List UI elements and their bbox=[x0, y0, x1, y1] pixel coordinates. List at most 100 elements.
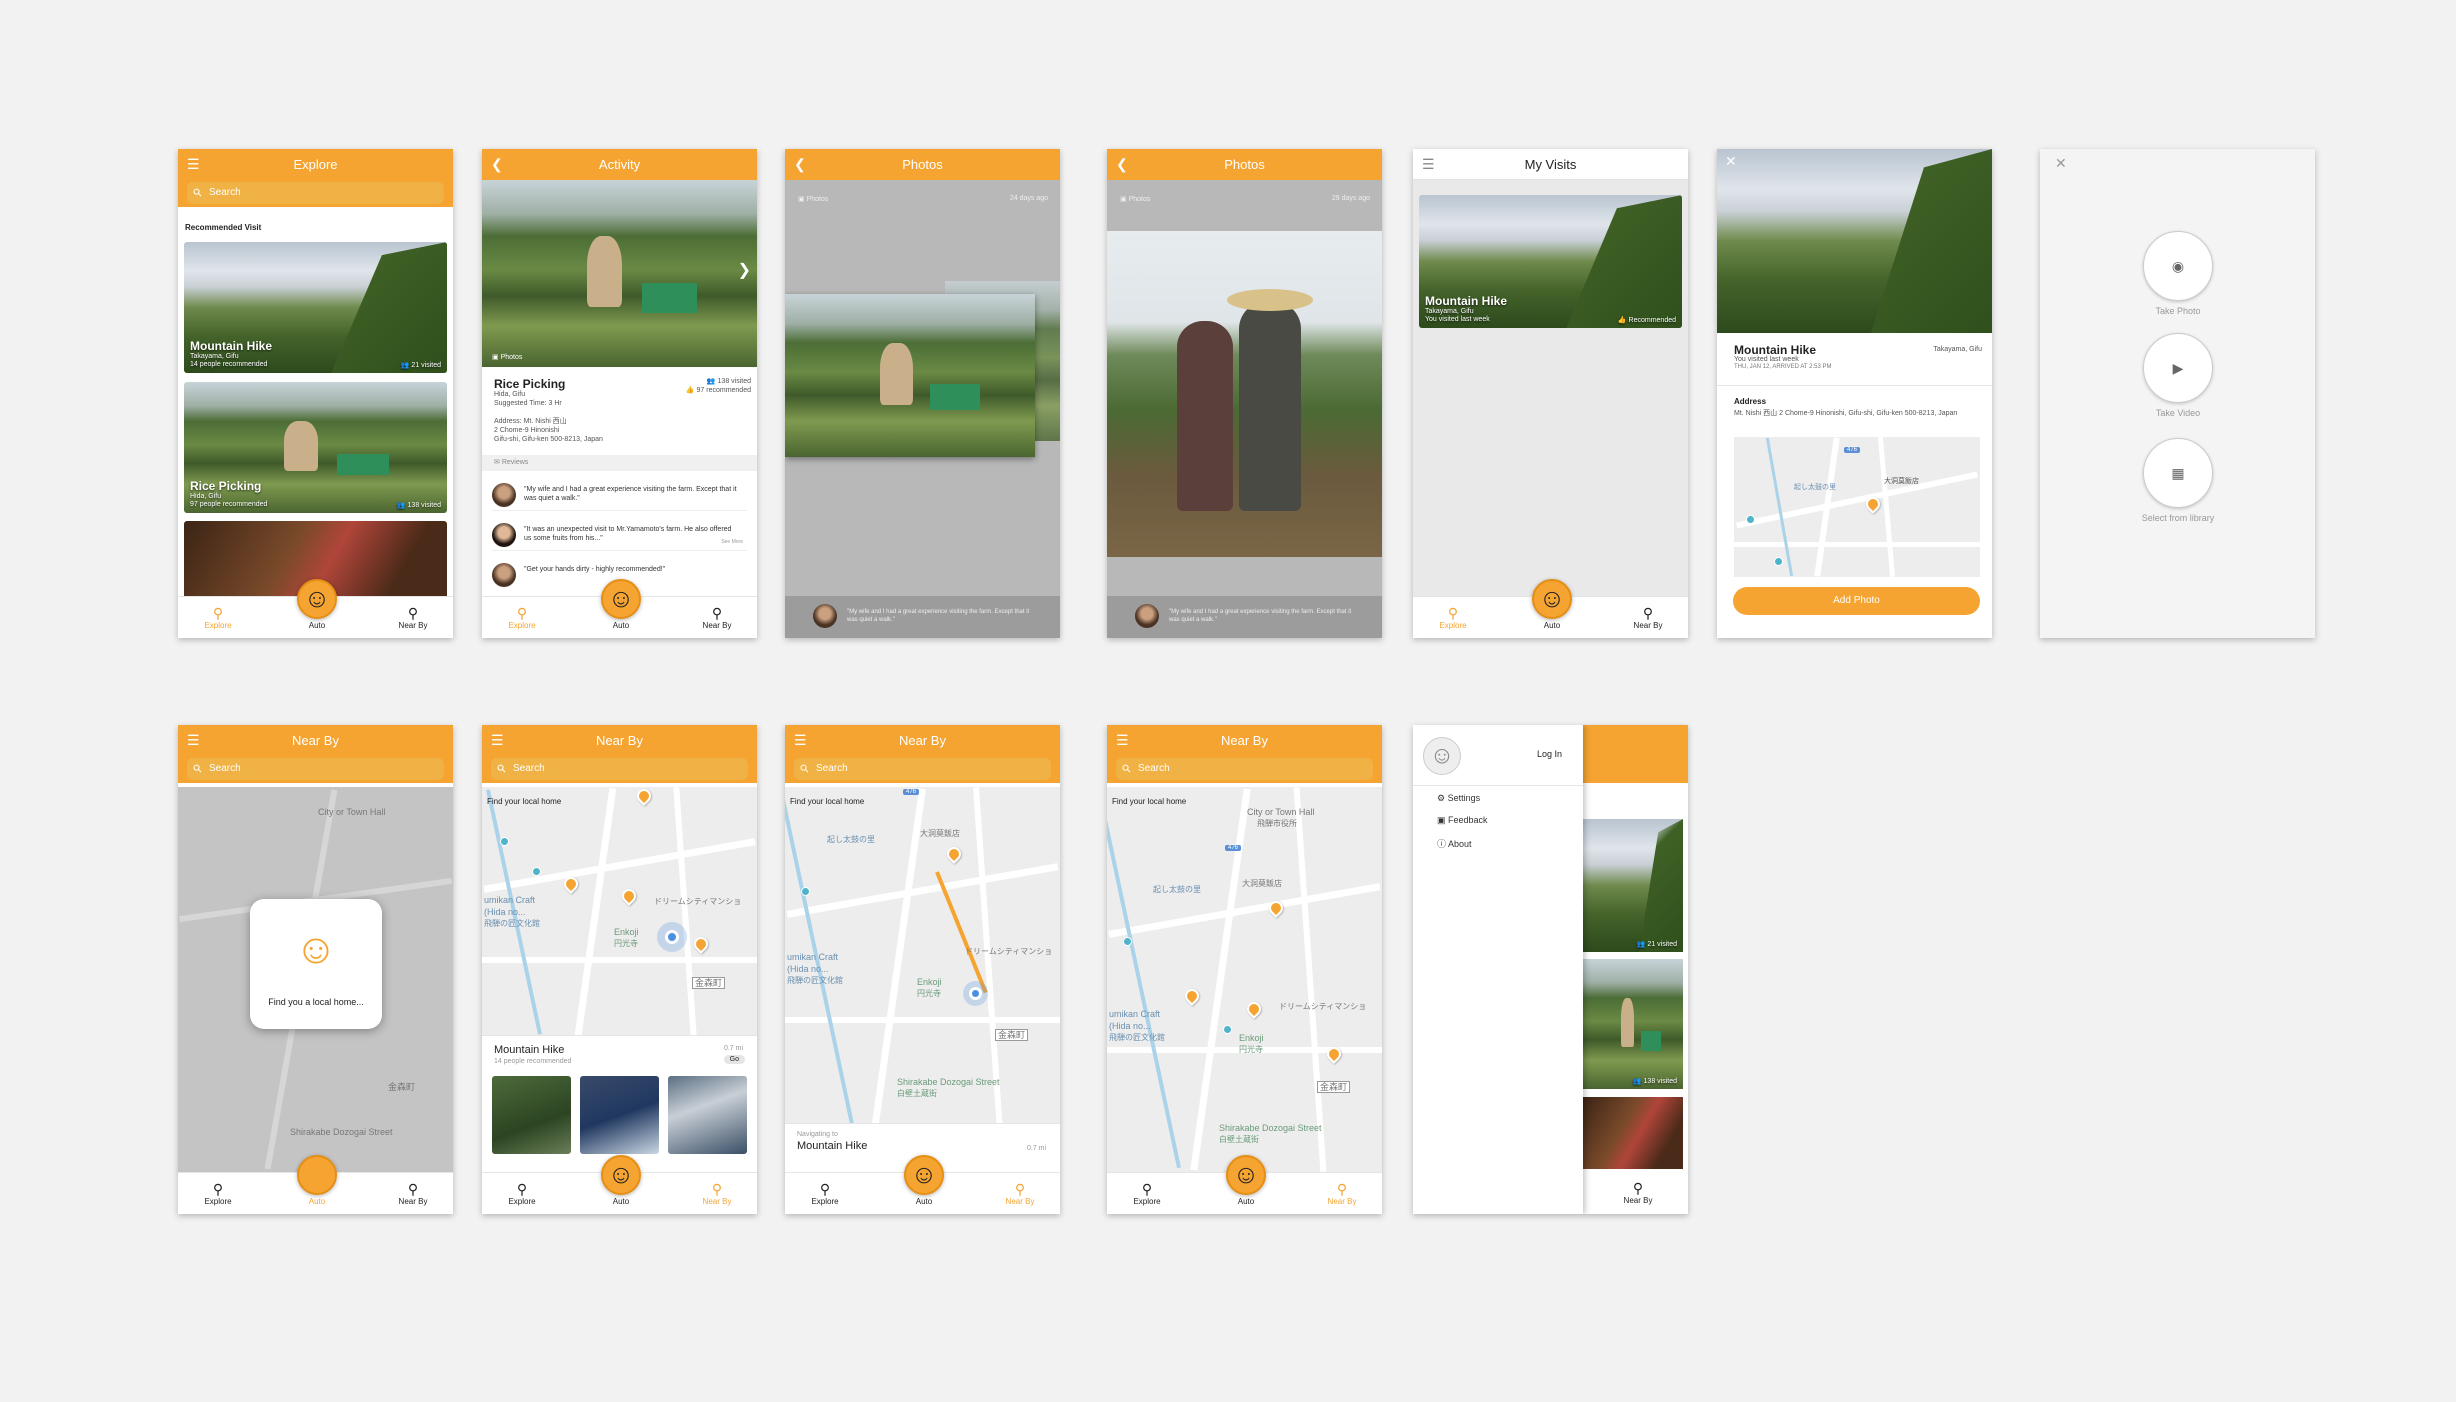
header: ❮ Photos bbox=[1107, 149, 1382, 180]
see-more-link[interactable]: See More bbox=[721, 539, 743, 545]
review-item[interactable]: "It was an unexpected visit to Mr.Yamamo… bbox=[492, 521, 747, 551]
search-input[interactable]: Search bbox=[187, 182, 444, 204]
nav-nearby[interactable]: ⚲ Near By bbox=[1603, 1180, 1673, 1205]
menu-icon[interactable]: ☰ bbox=[187, 725, 200, 756]
detail-photo: ✕ bbox=[1717, 149, 1992, 333]
bottom-nav: ⚲ Explore ☺ Auto ⚲ Near By bbox=[178, 579, 453, 638]
nav-auto[interactable]: Auto bbox=[1211, 1197, 1281, 1206]
search-input[interactable]: Search bbox=[491, 758, 748, 780]
visited-count: 👥 138 visited bbox=[396, 502, 441, 509]
login-link[interactable]: Log In bbox=[1537, 749, 1562, 759]
back-icon[interactable]: ❮ bbox=[491, 149, 503, 180]
nav-auto[interactable]: Auto bbox=[282, 621, 352, 630]
visit-card[interactable]: Mountain Hike Takayama, Gifu You visited l… bbox=[1419, 195, 1682, 328]
place-sheet[interactable]: Mountain Hike 14 people recommended 0.7 … bbox=[482, 1035, 757, 1175]
nav-nearby[interactable]: ⚲ Near By bbox=[1307, 1181, 1377, 1206]
take-video-button[interactable]: ▶ bbox=[2143, 333, 2213, 403]
search-input[interactable]: Search bbox=[1116, 758, 1373, 780]
menu-settings[interactable]: ⚙ Settings bbox=[1437, 793, 1480, 804]
nav-auto[interactable]: Auto bbox=[1517, 621, 1587, 630]
back-icon[interactable]: ❮ bbox=[1116, 149, 1128, 180]
gallery-icon: ▦ bbox=[2171, 465, 2185, 481]
menu-about[interactable]: ⓘ About bbox=[1437, 837, 1472, 850]
back-icon[interactable]: ❮ bbox=[794, 149, 806, 180]
detail-visited: You visited last week bbox=[1734, 356, 1799, 363]
nav-explore[interactable]: ⚲ Explore bbox=[487, 1181, 557, 1206]
library-button[interactable]: ▦ bbox=[2143, 438, 2213, 508]
camera-picker-screen: ✕ ◉ Take Photo ▶ Take Video ▦ Select fro… bbox=[2040, 149, 2315, 638]
nav-explore[interactable]: ⚲ Explore bbox=[1112, 1181, 1182, 1206]
nav-explore[interactable]: ⚲ Explore bbox=[487, 605, 557, 630]
page-title: Near By bbox=[596, 733, 643, 748]
nav-explore[interactable]: ⚲ Explore bbox=[183, 605, 253, 630]
card-mountain-hike[interactable]: Mountain Hike Takayama, Gifu 14 people rec… bbox=[184, 242, 447, 373]
find-home-label: Find your local home bbox=[487, 797, 562, 806]
menu-icon[interactable]: ☰ bbox=[187, 149, 200, 180]
map[interactable]: umikan Craft (Hida no... 飛騨の匠文化館 Enkoji … bbox=[482, 787, 757, 1037]
menu-icon[interactable]: ☰ bbox=[491, 725, 504, 756]
play-icon: ▶ bbox=[2172, 360, 2184, 376]
menu-feedback[interactable]: ▣ Feedback bbox=[1437, 815, 1488, 826]
nav-nearby[interactable]: ⚲ Near By bbox=[682, 605, 752, 630]
auto-smiley-button[interactable]: ☺ bbox=[601, 1155, 641, 1195]
photo-current[interactable] bbox=[785, 294, 1035, 457]
auto-smiley-button[interactable]: ☺ bbox=[1226, 1155, 1266, 1195]
place-photo[interactable] bbox=[580, 1076, 659, 1154]
nav-nearby[interactable]: ⚲ Near By bbox=[985, 1181, 1055, 1206]
menu-icon[interactable]: ☰ bbox=[1422, 149, 1435, 180]
activity-stats: 👥 138 visited 👍 97 recommended bbox=[685, 378, 751, 394]
nav-nearby[interactable]: ⚲ Near By bbox=[378, 1181, 448, 1206]
search-input[interactable]: Search bbox=[187, 758, 444, 780]
detail-map[interactable]: 起し太鼓の里 大洞莫飯店 476 bbox=[1734, 437, 1980, 577]
detail-region: Takayama, Gifu bbox=[1933, 346, 1982, 353]
auto-button[interactable] bbox=[297, 1155, 337, 1195]
close-icon[interactable]: ✕ bbox=[1725, 153, 1737, 170]
add-photo-button[interactable]: Add Photo bbox=[1733, 587, 1980, 615]
nav-explore[interactable]: ⚲ Explore bbox=[790, 1181, 860, 1206]
map[interactable]: 起し太鼓の里 大洞莫飯店 476 umikan Craft (Hida no..… bbox=[785, 787, 1060, 1132]
page-title: Photos bbox=[902, 157, 943, 172]
activity-address: Address: Mt. Nishi 西山 2 Chome-9 Hinonishi… bbox=[494, 418, 603, 443]
auto-smiley-button[interactable]: ☺ bbox=[297, 579, 337, 619]
menu-icon[interactable]: ☰ bbox=[1116, 725, 1129, 756]
nav-auto[interactable]: Auto bbox=[586, 1197, 656, 1206]
recommended-badge: 👍 Recommended bbox=[1617, 317, 1676, 324]
avatar[interactable]: ☺ bbox=[1423, 737, 1461, 775]
chevron-right-icon[interactable]: ❯ bbox=[738, 260, 751, 280]
current-location-dot bbox=[665, 930, 679, 944]
nearby-loading-screen: ☰Near By Search City or Town Hall Shirak… bbox=[178, 725, 453, 1214]
nav-explore[interactable]: ⚲ Explore bbox=[1418, 605, 1488, 630]
nav-explore[interactable]: ⚲ Explore bbox=[183, 1181, 253, 1206]
nav-auto[interactable]: Auto bbox=[586, 621, 656, 630]
place-photo[interactable] bbox=[492, 1076, 571, 1154]
nav-nearby[interactable]: ⚲ Near By bbox=[682, 1181, 752, 1206]
take-photo-button[interactable]: ◉ bbox=[2143, 231, 2213, 301]
photos-screen: ❮ Photos ▣ Photos 24 days ago "My wife an… bbox=[785, 149, 1060, 638]
review-item[interactable]: "My wife and I had a great experience vi… bbox=[492, 481, 747, 511]
map[interactable]: City or Town Hall 飛騨市役所 476 起し太鼓の里 大洞莫飯店… bbox=[1107, 787, 1382, 1172]
nav-nearby[interactable]: ⚲ Near By bbox=[1613, 605, 1683, 630]
close-icon[interactable]: ✕ bbox=[2055, 155, 2067, 172]
smiley-icon: ☺ bbox=[294, 925, 338, 972]
auto-smiley-button[interactable]: ☺ bbox=[904, 1155, 944, 1195]
nav-auto[interactable]: Auto bbox=[889, 1197, 959, 1206]
place-recommended: 14 people recommended bbox=[494, 1058, 572, 1065]
nav-auto[interactable]: Auto bbox=[282, 1197, 352, 1206]
info-icon: ⓘ bbox=[1437, 839, 1447, 849]
photo-time: 29 days ago bbox=[1331, 195, 1370, 202]
nav-nearby[interactable]: ⚲ Near By bbox=[378, 605, 448, 630]
address-label: Address bbox=[1734, 397, 1767, 406]
go-button[interactable]: Go bbox=[723, 1055, 745, 1064]
activity-screen: ❮ Activity ▣ Photos ❯ Rice Picking Hida, … bbox=[482, 149, 757, 638]
avatar bbox=[492, 563, 516, 587]
auto-smiley-button[interactable]: ☺ bbox=[601, 579, 641, 619]
place-photo[interactable] bbox=[668, 1076, 747, 1154]
auto-smiley-button[interactable]: ☺ bbox=[1532, 579, 1572, 619]
photo-current[interactable] bbox=[1107, 231, 1382, 557]
activity-photo[interactable]: ▣ Photos ❯ bbox=[482, 180, 757, 367]
detail-date: THU, JAN 12, ARRIVED AT 2:53 PM bbox=[1734, 364, 1832, 370]
card-rice-picking[interactable]: Rice Picking Hida, Gifu 97 people recommen… bbox=[184, 382, 447, 513]
menu-icon[interactable]: ☰ bbox=[794, 725, 807, 756]
search-input[interactable]: Search bbox=[794, 758, 1051, 780]
photos-people-screen: ❮ Photos ▣ Photos 29 days ago "My wife an… bbox=[1107, 149, 1382, 638]
